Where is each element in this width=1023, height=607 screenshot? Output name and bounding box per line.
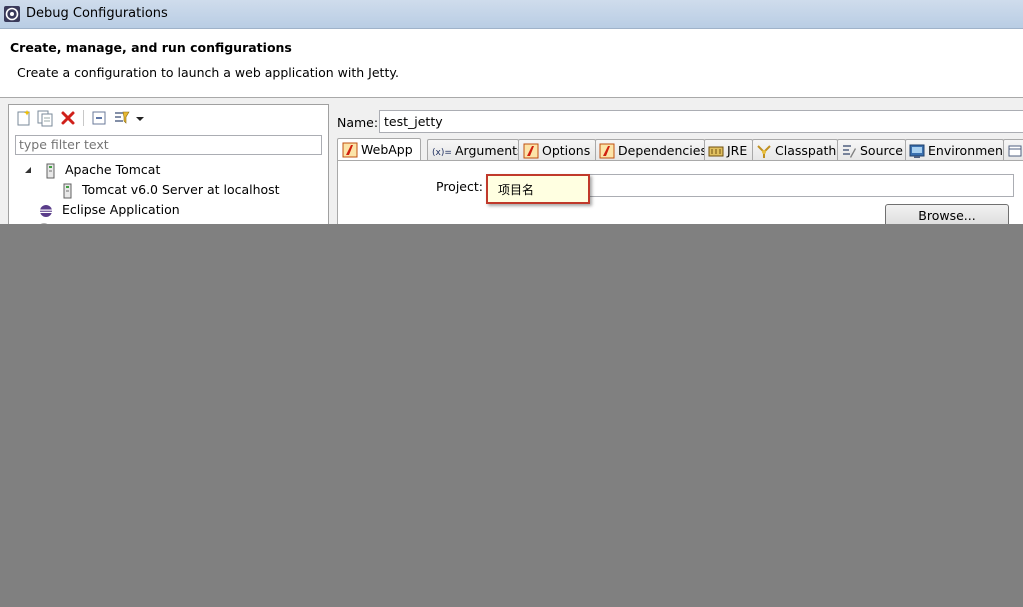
tree-item-label: Tomcat v6.0 Server at localhost [81, 182, 280, 197]
eclipse-app-icon [4, 6, 20, 22]
configuration-tabs: WebApp (x)= Arguments Options Dependenci… [337, 138, 1023, 162]
filter-configurations-icon[interactable] [113, 109, 131, 127]
tab-classpath[interactable]: Classpath [752, 139, 838, 161]
jetty-icon [342, 142, 358, 157]
new-configuration-icon[interactable] [15, 109, 33, 127]
debug-configurations-window: Debug Configurations Create, manage, and… [0, 0, 1023, 224]
tab-options[interactable]: Options [518, 139, 596, 161]
dialog-header: Create, manage, and run configurations C… [0, 29, 1023, 98]
tab-webapp[interactable]: WebApp [337, 138, 421, 162]
svg-text:(x)=: (x)= [432, 148, 452, 158]
name-label: Name: [337, 115, 379, 130]
environment-icon [909, 144, 925, 158]
collapse-all-icon[interactable] [90, 109, 108, 127]
tree-item-label: Apache Tomcat [64, 162, 161, 177]
tab-label: Dependencies [618, 143, 707, 158]
tab-label: Arguments [455, 143, 524, 158]
tree-item-tomcat-server[interactable]: Tomcat v6.0 Server at localhost [60, 181, 280, 199]
arguments-icon: (x)= [432, 148, 452, 158]
tab-source[interactable]: Source [837, 139, 906, 161]
server-icon [46, 163, 55, 178]
filter-input[interactable] [15, 135, 322, 155]
eclipse-icon [39, 204, 53, 217]
project-label: Project: [436, 179, 483, 194]
title-bar: Debug Configurations [0, 0, 1023, 29]
common-tab-icon [1008, 145, 1022, 156]
tab-label: WebApp [361, 142, 413, 157]
toolbar-separator [83, 110, 84, 126]
tab-label: Classpath [775, 143, 837, 158]
source-icon [843, 144, 856, 158]
configuration-list-panel: Apache Tomcat Tomcat v6.0 Server at loca… [8, 104, 329, 224]
browse-button[interactable]: Browse... [885, 204, 1009, 224]
tab-dependencies[interactable]: Dependencies [595, 139, 707, 161]
expand-arrow-icon[interactable] [23, 166, 33, 176]
tab-label: Source [860, 143, 903, 158]
tab-jre[interactable]: JRE [704, 139, 753, 161]
configuration-editor: Name: test_jetty WebApp (x)= Arguments O… [331, 104, 1023, 224]
tab-label: Options [542, 143, 591, 158]
header-description: Create a configuration to launch a web a… [17, 65, 399, 80]
tab-label: Environment [928, 143, 1008, 158]
webapp-tab-content: Project: Browse... [337, 160, 1023, 224]
tab-label: JRE [727, 143, 748, 158]
gray-cover-area [0, 224, 1023, 607]
jetty-icon [523, 143, 539, 158]
jre-icon [708, 146, 724, 156]
project-name-annotation: 项目名 [486, 174, 590, 204]
view-menu-chevron-down-icon[interactable] [134, 109, 146, 127]
classpath-icon [757, 144, 771, 158]
server-icon [63, 183, 72, 198]
configuration-toolbar [9, 105, 328, 131]
jetty-icon [599, 143, 615, 158]
tab-more[interactable] [1003, 139, 1023, 161]
tab-environment[interactable]: Environment [905, 139, 1008, 161]
tab-arguments[interactable]: (x)= Arguments [427, 139, 524, 161]
window-title: Debug Configurations [26, 6, 168, 21]
header-title: Create, manage, and run configurations [10, 40, 292, 55]
name-field[interactable]: test_jetty [379, 110, 1023, 133]
delete-configuration-icon[interactable] [59, 109, 77, 127]
tree-item-label: Eclipse Application [61, 202, 180, 217]
tree-item-eclipse-application[interactable]: Eclipse Application [38, 201, 180, 219]
tree-item-apache-tomcat[interactable]: Apache Tomcat [23, 161, 160, 179]
duplicate-configuration-icon[interactable] [36, 109, 54, 127]
